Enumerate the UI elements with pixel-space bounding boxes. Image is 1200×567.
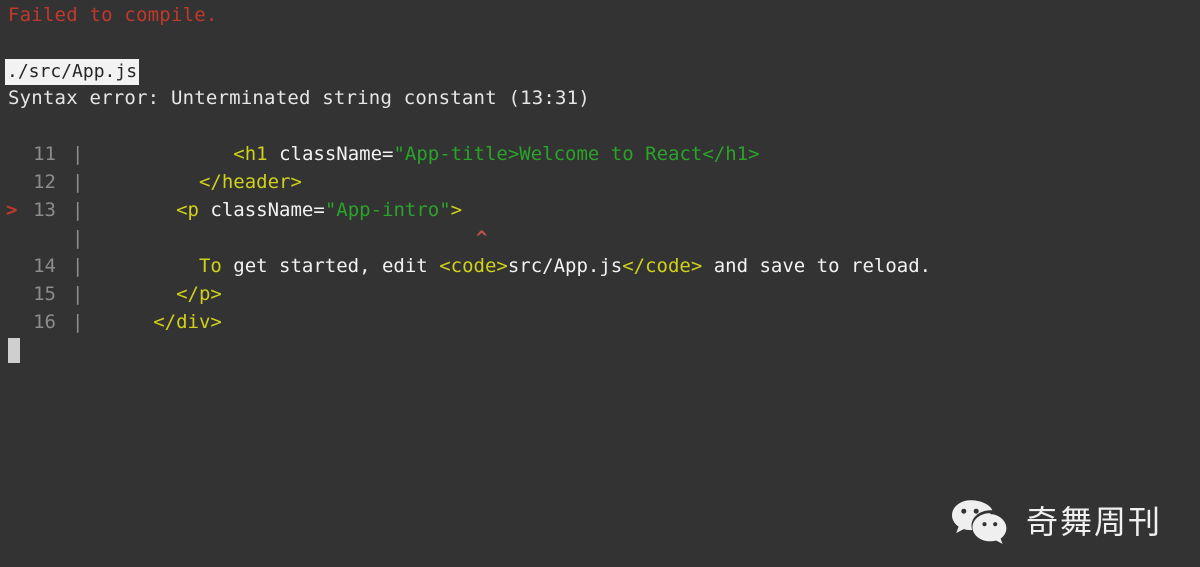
code-line-text: </p> <box>96 280 222 308</box>
line-number: 14 <box>33 255 56 277</box>
line-number: 16 <box>33 311 56 333</box>
wechat-logo-icon <box>950 499 1012 545</box>
code-line: | ^ <box>0 224 1200 252</box>
error-caret: ^ <box>476 227 488 249</box>
gutter-pipe: | <box>72 311 84 333</box>
code-line-text: To get started, edit <code>src/App.js</c… <box>96 252 931 280</box>
code-token-tag: To <box>198 255 222 277</box>
code-token-tag: </header> <box>198 171 302 193</box>
file-path-badge: ./src/App.js <box>5 59 140 85</box>
code-snippet: 11 | <h1 className="App-title>Welcome to … <box>0 140 1200 336</box>
gutter-pipe: | <box>72 199 84 221</box>
code-token-str: "App-intro" <box>324 199 451 221</box>
gutter-pipe: | <box>72 283 84 305</box>
line-number: 15 <box>33 283 56 305</box>
code-token-tag: </div> <box>153 311 222 333</box>
gutter-pipe: | <box>72 255 84 277</box>
watermark-label: 奇舞周刊 <box>1025 503 1162 541</box>
code-line: 16 | </div> <box>0 308 1200 336</box>
code-token-tag: </p> <box>176 283 222 305</box>
watermark: 奇舞周刊 <box>950 499 1162 545</box>
code-token-tag: <p <box>176 199 199 221</box>
line-number: 13 <box>33 199 56 221</box>
line-number: 12 <box>33 171 56 193</box>
code-line-text: </div> <box>96 308 222 336</box>
code-token-attr: className <box>210 199 314 221</box>
gutter-pipe: | <box>72 227 84 249</box>
gutter-pipe: | <box>72 171 84 193</box>
code-token-tag: > <box>450 199 463 221</box>
code-token-plain: get started, edit <box>221 255 440 277</box>
code-line: 14 | To get started, edit <code>src/App.j… <box>0 252 1200 280</box>
line-number: 11 <box>33 143 56 165</box>
compile-failure-headline: Failed to compile. <box>8 4 218 26</box>
code-line: 12 | </header> <box>0 168 1200 196</box>
gutter-pipe: | <box>72 143 84 165</box>
code-token-tag: <code> <box>439 255 508 277</box>
code-token-eq: = <box>382 143 394 165</box>
code-line-text: <h1 className="App-title>Welcome to Reac… <box>96 140 760 168</box>
terminal-cursor <box>8 338 20 363</box>
terminal-window: Failed to compile. ./src/App.js Syntax e… <box>0 0 1200 567</box>
code-token-plain: and save to reload. <box>702 255 932 277</box>
code-token-eq: = <box>313 199 325 221</box>
code-token-tag: </code> <box>622 255 703 277</box>
code-token-plain: src/App.js <box>507 255 623 277</box>
code-line-text: <p className="App-intro"> <box>96 196 462 224</box>
code-token-attr: className <box>279 143 383 165</box>
code-line-text: </header> <box>96 168 302 196</box>
code-line: 15 | </p> <box>0 280 1200 308</box>
code-line: >13 | <p className="App-intro"> <box>0 196 1200 224</box>
syntax-error-message: Syntax error: Unterminated string consta… <box>8 87 590 109</box>
code-token-tag: <h1 <box>233 143 268 165</box>
code-token-str: "App-title>Welcome to React</h1> <box>393 143 760 165</box>
code-line: 11 | <h1 className="App-title>Welcome to … <box>0 140 1200 168</box>
